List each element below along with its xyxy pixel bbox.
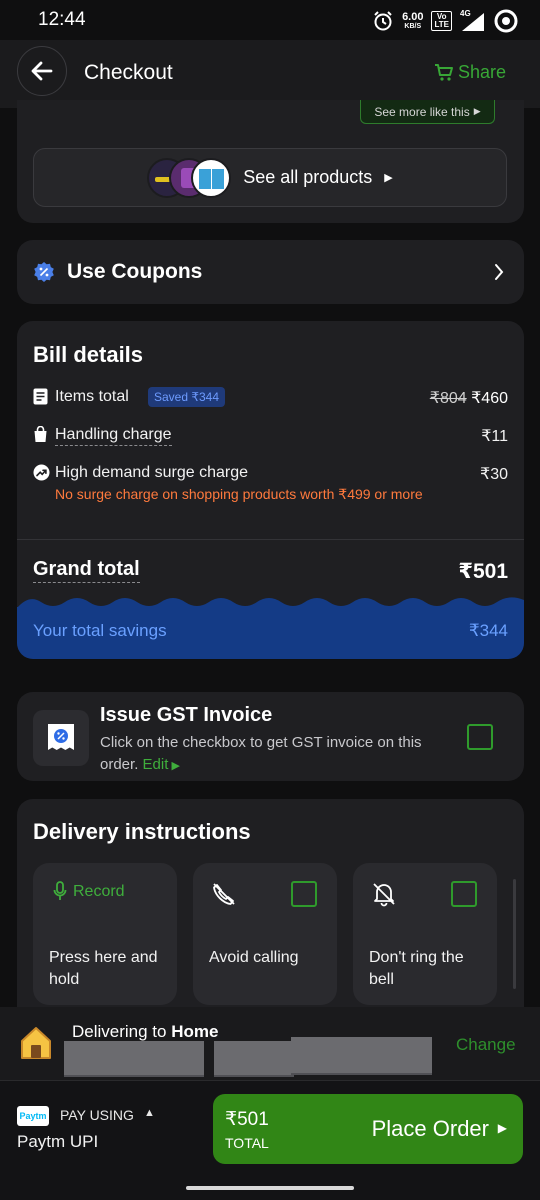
arrow-left-icon (31, 61, 53, 81)
saved-badge: Saved ₹344 (148, 387, 226, 407)
items-total-value: ₹460 (471, 390, 508, 407)
product-thumb (191, 157, 232, 198)
items-total-label: Items total (55, 388, 129, 405)
caret-up-icon: ▲ (144, 1107, 155, 1119)
shopping-bag-icon (34, 426, 47, 442)
net-speed-value: 6.00 (402, 10, 424, 23)
redacted-address (291, 1037, 432, 1075)
gst-invoice-checkbox[interactable] (467, 724, 493, 750)
gst-edit-link[interactable]: Edit ▶ (143, 756, 180, 773)
chevron-right-icon (495, 264, 504, 280)
handling-charge-label[interactable]: Handling charge (55, 426, 172, 446)
page-title: Checkout (84, 61, 173, 84)
invoice-icon (48, 724, 74, 750)
record-label: Record (73, 883, 125, 900)
caret-right-icon: ▶ (384, 172, 393, 184)
scroll-edge (513, 879, 516, 989)
total-savings-value: ₹344 (468, 621, 508, 640)
dont-ring-bell-tile[interactable]: Don't ring the bell (353, 863, 497, 1005)
gst-edit-label: Edit (142, 756, 169, 773)
payment-method-label: Paytm UPI (17, 1132, 99, 1151)
handling-charge-value: ₹11 (481, 428, 508, 445)
place-order-label: Place Order (371, 1116, 489, 1141)
coupon-icon (34, 262, 54, 282)
see-more-like-this-button[interactable]: See more like this ▶ (360, 100, 495, 124)
home-icon (21, 1027, 51, 1059)
status-icons: 6.00 KB/S Vo LTE 4G (372, 9, 518, 33)
record-instruction-text: Press here and hold (49, 949, 158, 988)
grand-total-value: ₹501 (458, 560, 508, 583)
use-coupons-row[interactable]: Use Coupons (17, 240, 524, 304)
place-order-button[interactable]: ₹501 TOTAL Place Order ▶ (213, 1094, 523, 1164)
battery-icon (494, 9, 518, 33)
payment-method-selector[interactable]: Paytm PAY USING ▲ Paytm UPI (17, 1104, 197, 1156)
pay-using-label: PAY USING (60, 1107, 134, 1123)
paytm-logo: Paytm (17, 1106, 49, 1126)
gst-invoice-description: Click on the checkbox to get GST invoice… (100, 732, 440, 777)
volte-bottom: LTE (434, 20, 449, 29)
order-total-label: TOTAL (225, 1135, 269, 1151)
order-total-value: ₹501 (225, 1109, 269, 1130)
phone-off-icon (213, 883, 235, 905)
bill-details-title: Bill details (33, 342, 144, 367)
savings-wave (17, 597, 524, 608)
redacted-address (64, 1041, 204, 1077)
bill-divider (17, 539, 524, 540)
microphone-icon (53, 881, 67, 900)
volte-icon: Vo LTE (431, 11, 452, 31)
gst-invoice-icon (33, 710, 89, 766)
delivery-location: Home (171, 1022, 219, 1041)
product-thumbnails (147, 156, 232, 200)
bill-details-card: Bill details Items total Saved ₹344 ₹804… (17, 321, 524, 659)
avoid-calling-label: Avoid calling (209, 949, 299, 966)
bell-off-icon (373, 883, 395, 907)
dont-ring-bell-checkbox[interactable] (451, 881, 477, 907)
gesture-nav-handle[interactable] (186, 1186, 354, 1190)
signal-icon: 4G (460, 9, 486, 31)
dont-ring-bell-label: Don't ring the bell (369, 949, 464, 988)
net-speed-unit: KB/S (404, 22, 422, 30)
total-savings-label: Your total savings (33, 621, 167, 640)
surge-charge-value: ₹30 (480, 466, 508, 483)
share-label: Share (457, 62, 506, 82)
gst-invoice-title: Issue GST Invoice (100, 704, 273, 726)
items-total-original: ₹804 (429, 390, 467, 407)
delivering-to-prefix: Delivering to (72, 1022, 172, 1041)
cart-icon (434, 63, 453, 81)
play-icon: ▶ (168, 760, 180, 772)
status-time: 12:44 (38, 9, 86, 30)
change-address-button[interactable]: Change (456, 1035, 516, 1055)
caret-right-icon: ▶ (473, 106, 481, 116)
share-button[interactable]: Share (434, 62, 506, 83)
surge-trend-icon (33, 464, 50, 481)
delivery-instructions-title: Delivery instructions (33, 819, 251, 844)
gst-invoice-card: Issue GST Invoice Click on the checkbox … (17, 692, 524, 781)
see-more-label: See more like this (374, 104, 470, 119)
items-total-values: ₹804 ₹460 (430, 388, 508, 408)
back-button[interactable] (17, 46, 67, 96)
net-speed: 6.00 KB/S (402, 10, 424, 31)
surge-note: No surge charge on shopping products wor… (55, 486, 423, 502)
grand-total-label[interactable]: Grand total (33, 558, 140, 583)
record-instruction-tile[interactable]: Record Press here and hold (33, 863, 177, 1005)
avoid-calling-tile[interactable]: Avoid calling (193, 863, 337, 1005)
delivering-to-text: Delivering to Home (72, 1022, 218, 1042)
use-coupons-label: Use Coupons (67, 260, 203, 283)
redacted-address (214, 1041, 294, 1077)
see-all-products-button[interactable]: See all products ▶ (33, 148, 507, 207)
alarm-icon (374, 11, 392, 31)
document-icon (33, 388, 48, 405)
see-all-products-label: See all products (243, 167, 373, 187)
avoid-calling-checkbox[interactable] (291, 881, 317, 907)
surge-charge-label: High demand surge charge (55, 464, 249, 481)
caret-right-icon: ▶ (497, 1121, 507, 1135)
delivery-instructions-card: Delivery instructions Record Press here … (17, 799, 524, 1029)
